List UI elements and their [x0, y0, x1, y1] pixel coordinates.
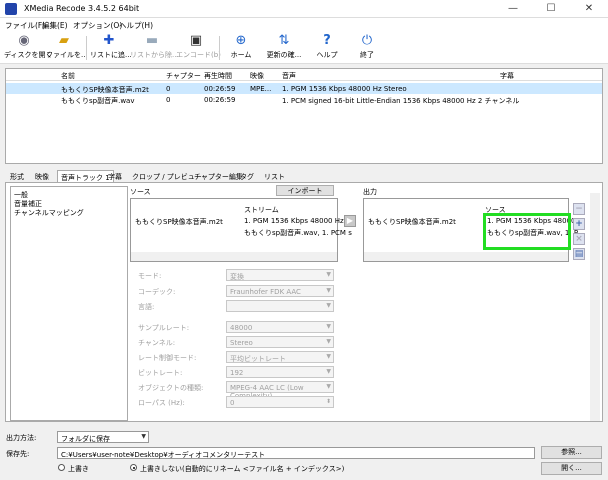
codec-select[interactable]: Fraunhofer FDK AAC ▼	[226, 285, 334, 297]
col-chapter[interactable]: チャプター	[166, 71, 201, 81]
table-row[interactable]: ももくりSP映像本音声.m2t 0 00:26:59 MPE... 1. PGM…	[6, 83, 602, 94]
col-video[interactable]: 映像	[250, 71, 264, 81]
output-method-select[interactable]: フォルダに保存 ▼	[57, 431, 149, 443]
menu-help[interactable]: ヘルプ(H)	[119, 20, 153, 31]
rate-control-select[interactable]: 平均ビットレート ▼	[226, 351, 334, 363]
col-subtitle[interactable]: 字幕	[500, 71, 514, 81]
window-title: XMedia Recode 3.4.5.2 64bit	[24, 4, 140, 13]
exit-button[interactable]: ⏻ 終了	[352, 34, 382, 62]
audio-track-panel: 一般 音量補正 チャンネルマッピング ソース インポート ストリーム ももくりS…	[5, 182, 603, 422]
open-file-button[interactable]: ▰ ファイルを...	[46, 33, 88, 62]
source-scrollbar[interactable]	[131, 252, 337, 261]
col-audio[interactable]: 音声	[282, 71, 296, 81]
tab-subtitle[interactable]: 字幕	[105, 170, 125, 182]
menu-edit[interactable]: 編集(E)	[42, 20, 68, 31]
lowpass-label: ローパス (Hz):	[138, 399, 185, 407]
encode-icon: ▣	[189, 33, 203, 48]
plus-icon: ✚	[103, 33, 115, 48]
channel-select[interactable]: Stereo ▼	[226, 336, 334, 348]
output-label: 出力	[363, 188, 377, 196]
edit-stream-icon[interactable]: ▤	[573, 248, 585, 260]
menu-bar: ファイル(F) 編集(E) オプション(O) ヘルプ(H)	[0, 18, 608, 32]
browse-button[interactable]: 参照...	[541, 446, 602, 459]
encode-button[interactable]: ▣ エンコード(b)	[176, 33, 221, 62]
settings-nav: 一般 音量補正 チャンネルマッピング	[10, 186, 128, 421]
tab-bar: 形式 映像 音声トラック 1 字幕 クロップ / プレビュー チャプター編集 タ…	[5, 170, 603, 182]
add-to-list-button[interactable]: ✚ リストに追...	[90, 33, 132, 62]
no-overwrite-label: 上書きしない(自動的にリネーム <ファイル名 + インデックス>)	[140, 465, 345, 473]
menu-options[interactable]: オプション(O)	[73, 20, 122, 31]
overwrite-radio[interactable]	[58, 464, 65, 471]
lowpass-stepper[interactable]: 0 ⬍	[226, 396, 334, 408]
output-method-label: 出力方法:	[6, 434, 37, 442]
codec-label: コーデック:	[138, 288, 176, 296]
tab-video[interactable]: 映像	[32, 170, 52, 182]
output-file: ももくりSP映像本音声.m2t	[368, 218, 456, 226]
rate-control-label: レート制御モード:	[138, 354, 197, 362]
tab-tags[interactable]: タグ	[237, 170, 257, 182]
delete-stream-icon[interactable]: ×	[573, 233, 585, 245]
language-select[interactable]: ▼	[226, 300, 334, 312]
disc-icon: ◉	[18, 33, 30, 48]
refresh-icon: ⇅	[278, 33, 290, 48]
source-file: ももくりSP映像本音声.m2t	[135, 218, 223, 226]
object-type-label: オブジェクトの種類:	[138, 384, 204, 392]
folder-icon: ▰	[59, 33, 69, 48]
maximize-button[interactable]: ☐	[532, 0, 570, 18]
output-scrollbar[interactable]	[364, 252, 568, 261]
app-icon	[5, 3, 17, 15]
minimize-button[interactable]: —	[494, 0, 532, 18]
tab-list[interactable]: リスト	[261, 170, 288, 182]
tab-format[interactable]: 形式	[7, 170, 27, 182]
remove-from-list-button[interactable]: ▬ リストから除...	[130, 33, 179, 62]
panel-scrollbar[interactable]	[590, 193, 600, 421]
question-icon: ?	[323, 33, 331, 48]
sample-rate-select[interactable]: 48000 ▼	[226, 321, 334, 333]
help-button[interactable]: ? ヘルプ	[312, 34, 342, 62]
source-stream-list[interactable]: ストリーム ももくりSP映像本音声.m2t 1. PGM 1536 Kbps 4…	[130, 198, 353, 262]
object-type-select[interactable]: MPEG-4 AAC LC (Low Complexity)▼	[226, 381, 334, 400]
title-bar: XMedia Recode 3.4.5.2 64bit — ☐ ✕	[0, 0, 608, 18]
sample-rate-label: サンプルレート:	[138, 324, 190, 332]
bitrate-label: ビットレート:	[138, 369, 183, 377]
mode-select[interactable]: 変換 ▼	[226, 269, 334, 281]
toolbar: ◉ ディスクを開く ▰ ファイルを... ✚ リストに追... ▬ リストから除…	[0, 32, 608, 64]
no-overwrite-radio[interactable]	[130, 464, 137, 471]
open-folder-button[interactable]: 開く...	[541, 462, 602, 475]
power-icon: ⏻	[361, 33, 373, 48]
open-disc-button[interactable]: ◉ ディスクを開く	[4, 33, 53, 62]
globe-icon: ⊕	[235, 33, 247, 48]
save-path-input[interactable]: C:¥Users¥user-note¥Desktop¥オーディオコメンタリーテス…	[57, 447, 535, 459]
add-stream-icon[interactable]: +	[573, 218, 585, 230]
menu-file[interactable]: ファイル(F)	[5, 20, 45, 31]
language-label: 言語:	[138, 303, 155, 311]
file-list[interactable]: 名前 チャプター 再生時間 映像 音声 字幕 ももくりSP映像本音声.m2t 0…	[5, 68, 603, 164]
source-stream[interactable]: 1. PGM 1536 Kbps 48000 Hz St	[244, 217, 353, 225]
source-stream[interactable]: ももくりsp副音声.wav, 1. PCM s	[244, 228, 352, 238]
highlight-box	[483, 213, 571, 250]
table-row[interactable]: ももくりsp副音声.wav 0 00:26:59 1. PCM signed 1…	[6, 94, 602, 105]
overwrite-label: 上書き	[68, 465, 89, 473]
check-update-button[interactable]: ⇅ 更新の確...	[264, 34, 304, 62]
save-to-label: 保存先:	[6, 450, 30, 458]
close-button[interactable]: ✕	[570, 0, 608, 18]
minus-icon: ▬	[145, 33, 159, 48]
home-button[interactable]: ⊕ ホーム	[226, 34, 256, 62]
source-label: ソース	[130, 188, 151, 196]
remove-stream-icon[interactable]: −	[573, 203, 585, 215]
bitrate-select[interactable]: 192 ▼	[226, 366, 334, 378]
mode-label: モード:	[138, 272, 162, 280]
add-stream-arrow-icon[interactable]: ▶	[344, 215, 356, 227]
file-list-header: 名前 チャプター 再生時間 映像 音声 字幕	[6, 69, 602, 81]
channel-label: チャンネル:	[138, 339, 176, 347]
nav-channel-mapping[interactable]: チャンネルマッピング	[14, 208, 84, 218]
col-duration[interactable]: 再生時間	[204, 71, 232, 81]
import-button[interactable]: インポート	[276, 185, 334, 196]
col-name[interactable]: 名前	[61, 71, 75, 81]
